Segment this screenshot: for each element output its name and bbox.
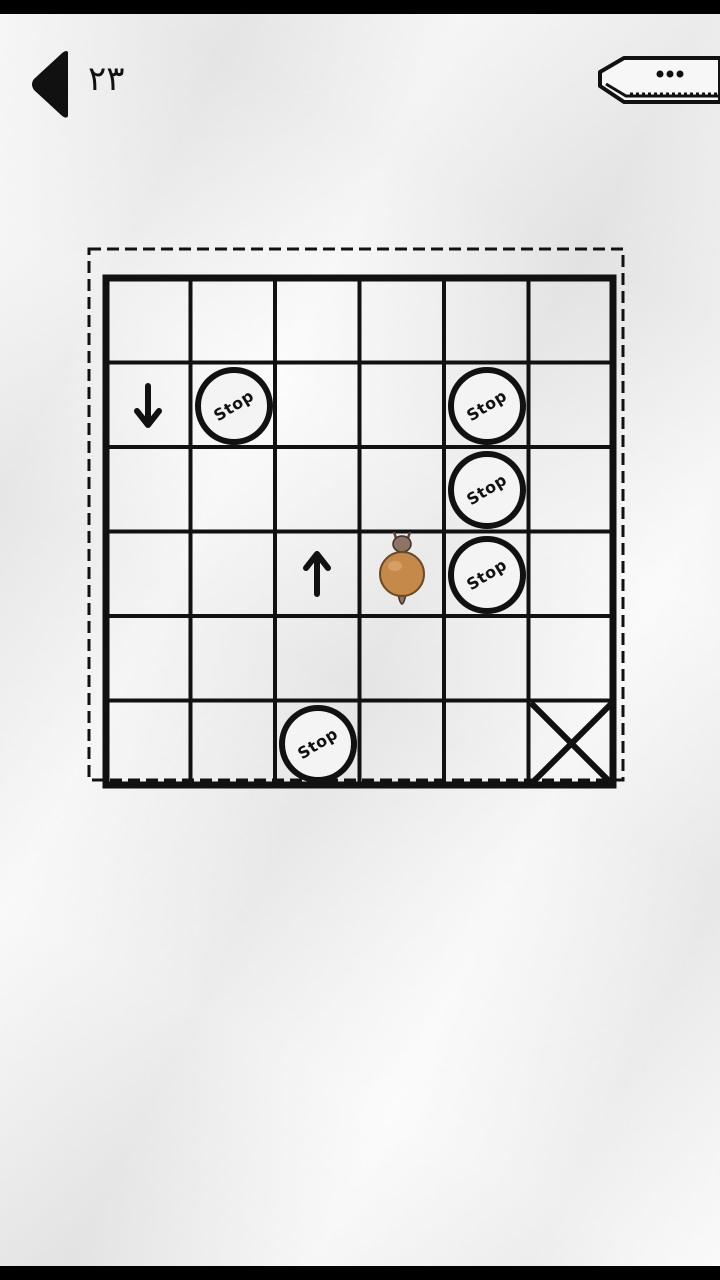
player-piece[interactable]	[360, 531, 445, 617]
board-cell[interactable]: Stop	[444, 363, 529, 448]
arrow-up-icon	[303, 550, 331, 597]
board-cell[interactable]	[106, 363, 191, 448]
board-cell[interactable]: Stop	[444, 532, 529, 617]
triangle-left-icon	[32, 51, 68, 118]
board-cell[interactable]: Stop	[191, 363, 276, 448]
arrow-down-icon	[134, 382, 162, 428]
stop-label: Stop	[294, 723, 342, 763]
stop-token[interactable]: Stop	[279, 704, 357, 783]
stop-token[interactable]: Stop	[448, 451, 526, 529]
stop-token[interactable]: Stop	[448, 366, 526, 445]
stop-token[interactable]: Stop	[448, 535, 526, 614]
game-screen: ۲۳ Stop Stop Stop Stop Stop	[0, 14, 720, 1266]
board-cell[interactable]	[529, 701, 614, 786]
stop-label: Stop	[463, 554, 511, 594]
board-cell[interactable]	[275, 532, 360, 617]
goal-cross-icon	[529, 701, 613, 785]
stop-label: Stop	[463, 469, 511, 510]
stop-label: Stop	[209, 385, 257, 425]
board-cell[interactable]	[360, 531, 445, 617]
board-cell[interactable]: Stop	[275, 701, 360, 786]
back-button[interactable]	[28, 48, 74, 120]
level-number: ۲۳	[88, 59, 125, 99]
game-board: Stop Stop Stop Stop Stop	[86, 246, 628, 789]
stop-label: Stop	[463, 385, 511, 425]
pencil-menu-icon	[598, 56, 720, 104]
stop-token[interactable]: Stop	[194, 366, 273, 445]
board-cell[interactable]: Stop	[444, 447, 529, 532]
menu-button[interactable]	[596, 48, 720, 112]
